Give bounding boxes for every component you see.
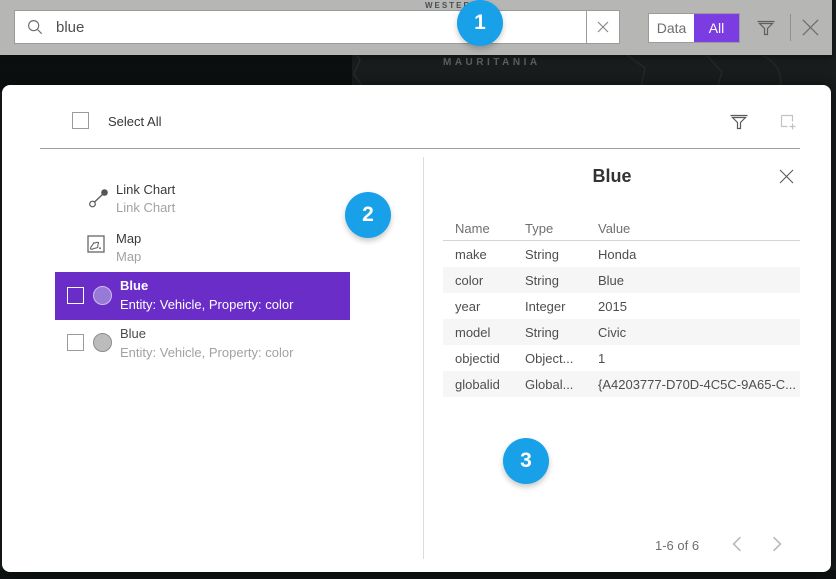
cell-type: String [525,247,559,262]
pagination-range: 1-6 of 6 [655,538,699,553]
annotation-badge-2: 2 [345,192,391,238]
filter-icon[interactable] [729,111,749,132]
filter-icon[interactable] [756,17,776,38]
cell-name: globalid [455,377,500,392]
table-header: Name Type Value [443,218,800,241]
select-all-label: Select All [108,114,161,129]
map-icon [87,235,105,253]
cell-value: {A4203777-D70D-4C5C-9A65-C... [598,377,796,392]
search-icon [26,18,44,36]
result-title: Link Chart [116,182,175,197]
close-icon[interactable] [799,16,822,39]
header-divider [40,148,800,149]
result-subtitle: Entity: Vehicle, Property: color [120,345,293,360]
add-to-selection-icon[interactable] [778,112,798,132]
result-subtitle: Link Chart [116,200,175,215]
clear-icon [597,21,609,33]
cell-type: Integer [525,299,565,314]
cell-name: year [455,299,480,314]
annotation-badge-3: 3 [503,438,549,484]
close-detail-icon[interactable] [778,168,795,185]
cell-value: 1 [598,351,605,366]
search-scope-toggle: Data All [648,13,740,43]
cell-type: Object... [525,351,573,366]
cell-name: model [455,325,490,340]
app-window: MAURITANIA WESTER Data All 1 2 [0,0,836,579]
entity-icon [93,333,112,352]
cell-type: String [525,325,559,340]
cell-value: Civic [598,325,626,340]
toolbar-divider [790,14,791,41]
table-row: color String Blue [443,267,800,293]
column-value: Value [598,221,630,236]
select-all-checkbox[interactable] [72,112,89,129]
result-checkbox[interactable] [67,334,84,351]
cell-name: make [455,247,487,262]
table-row: globalid Global... {A4203777-D70D-4C5C-9… [443,371,800,397]
cell-name: color [455,273,483,288]
next-page-icon[interactable] [771,536,783,552]
result-subtitle: Map [116,249,141,264]
result-title: Map [116,231,141,246]
scope-all-button[interactable]: All [694,14,739,42]
result-title: Blue [120,326,146,341]
clear-search-button[interactable] [586,10,620,44]
table-row: year Integer 2015 [443,293,800,319]
table-row: make String Honda [443,241,800,267]
column-type: Type [525,221,553,236]
table-row: model String Civic [443,319,800,345]
cell-name: objectid [455,351,500,366]
column-name: Name [455,221,490,236]
detail-title: Blue [423,166,801,187]
entity-icon [93,286,112,305]
cell-value: Blue [598,273,624,288]
search-results-panel: Select All Link Chart Link Chart [2,85,831,572]
map-country-label: MAURITANIA [443,57,541,68]
search-toolbar: Data All [0,0,832,55]
property-table: Name Type Value make String Honda color … [443,218,800,397]
scope-data-button[interactable]: Data [649,14,694,42]
table-row: objectid Object... 1 [443,345,800,371]
result-subtitle: Entity: Vehicle, Property: color [120,297,293,312]
result-title: Blue [120,278,148,293]
pane-divider [423,157,424,559]
annotation-badge-1: 1 [457,0,503,46]
cell-type: String [525,273,559,288]
link-chart-icon [87,186,111,210]
result-checkbox[interactable] [67,287,84,304]
cell-value: Honda [598,247,636,262]
previous-page-icon[interactable] [731,536,743,552]
cell-value: 2015 [598,299,627,314]
cell-type: Global... [525,377,573,392]
